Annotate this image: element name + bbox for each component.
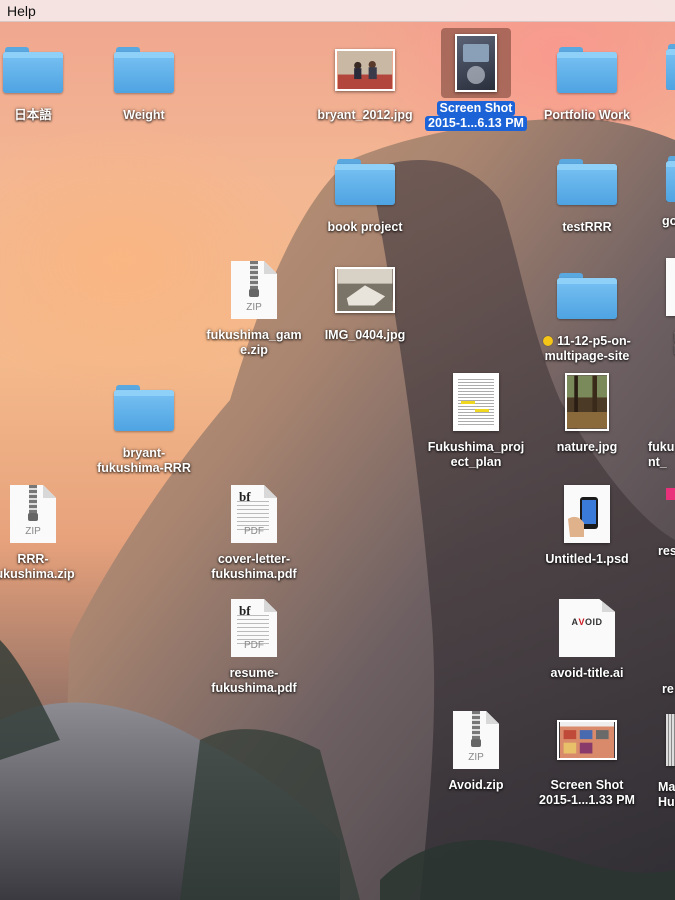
- folder-icon: [1, 38, 65, 102]
- psd-file-icon: [555, 482, 619, 546]
- photo-thumbnail-icon: [333, 258, 397, 322]
- desktop-item-avoid-zip[interactable]: ZIP Avoid.zip: [421, 708, 531, 793]
- item-label: re: [662, 682, 674, 696]
- folder-icon: [555, 38, 619, 102]
- folder-icon: [555, 150, 619, 214]
- desktop-item-avoid-title-ai[interactable]: AVOID avoid-title.ai: [532, 596, 642, 681]
- item-label: Untitled-1.psd: [545, 552, 629, 566]
- folder-icon: [112, 38, 176, 102]
- desktop-item-portfolio-work-folder[interactable]: Portfolio Work: [532, 38, 642, 123]
- item-label: 日本語: [14, 108, 52, 122]
- item-label: bryant_2012.jpg: [317, 108, 413, 122]
- pdf-file-icon: bf PDF: [222, 596, 286, 660]
- desktop-item-nature-jpg[interactable]: nature.jpg: [532, 370, 642, 455]
- folder-icon: [112, 376, 176, 440]
- yellow-tag-icon: [543, 336, 554, 346]
- app-icon: [666, 488, 675, 500]
- screenshot-thumbnail-icon: [555, 708, 619, 772]
- item-label: res: [658, 544, 675, 558]
- item-label: fukushima_gam e.zip: [206, 328, 302, 357]
- document-preview-icon: [444, 370, 508, 434]
- desktop-item-screenshot-1-33pm[interactable]: Screen Shot 2015-1...1.33 PM: [532, 708, 642, 808]
- photo-thumbnail-icon: [333, 38, 397, 102]
- item-label: Portfolio Work: [544, 108, 630, 122]
- pdf-file-icon: bf PDF: [222, 482, 286, 546]
- desktop-item-cover-letter-pdf[interactable]: bf PDF cover-letter- fukushima.pdf: [199, 482, 309, 582]
- desktop-item-testrrr-folder[interactable]: testRRR: [532, 150, 642, 235]
- item-label: resume- fukushima.pdf: [211, 666, 297, 695]
- desktop-item-resume-pdf[interactable]: bf PDF resume- fukushima.pdf: [199, 596, 309, 696]
- desktop-item-book-project-folder[interactable]: book project: [310, 150, 420, 235]
- item-label: Fukushima_proj ect_plan: [427, 440, 525, 469]
- folder-icon: [333, 150, 397, 214]
- item-label: Ma Huna: [658, 780, 675, 809]
- desktop-item-rrr-fukushima-zip[interactable]: ZIP RRR- fukushima.zip: [0, 482, 88, 582]
- zip-file-icon: ZIP: [1, 482, 65, 546]
- desktop-item-edge-para[interactable]: para l: [666, 258, 675, 357]
- photo-thumbnail-icon: [555, 370, 619, 434]
- desktop-item-jp-folder[interactable]: 日本語: [0, 38, 88, 123]
- desktop-item-edge-folder[interactable]: [666, 44, 675, 90]
- item-label: Avoid.zip: [448, 778, 504, 792]
- menu-help[interactable]: Help: [3, 0, 40, 22]
- item-label: testRRR: [562, 220, 612, 234]
- desktop-item-bryant-fukushima-rrr-folder[interactable]: bryant- fukushima-RRR: [89, 376, 199, 476]
- item-label: IMG_0404.jpg: [324, 328, 406, 342]
- desktop-item-edge-ma[interactable]: Ma Huna: [658, 714, 675, 809]
- item-label: Screen Shot 2015-1...1.33 PM: [539, 778, 635, 807]
- desktop-item-weight-folder[interactable]: Weight: [89, 38, 199, 123]
- desktop-item-edge-res[interactable]: res: [658, 488, 675, 558]
- desktop-item-p5-multipage-site-folder[interactable]: 11-12-p5-on- multipage-site: [532, 264, 642, 364]
- item-label: avoid-title.ai: [550, 666, 624, 680]
- document-icon: [666, 258, 675, 316]
- item-label: fuku nt_: [648, 440, 675, 469]
- item-label: 11-12-p5-on- multipage-site: [543, 334, 631, 363]
- item-label: RRR- fukushima.zip: [0, 552, 75, 581]
- illustrator-file-icon: AVOID: [555, 596, 619, 660]
- item-label: cover-letter- fukushima.pdf: [211, 552, 297, 581]
- folder-icon: [555, 264, 619, 328]
- desktop-item-fukushima-game-zip[interactable]: ZIP fukushima_gam e.zip: [199, 258, 309, 358]
- zip-file-icon: ZIP: [222, 258, 286, 322]
- desktop-item-untitled-psd[interactable]: Untitled-1.psd: [532, 482, 642, 567]
- desktop-item-screenshot-6-13pm[interactable]: Screen Shot 2015-1...6.13 PM: [421, 28, 531, 131]
- item-label-selected: Screen Shot 2015-1...6.13 PM: [425, 101, 527, 131]
- screenshot-thumbnail-icon: [441, 28, 511, 98]
- desktop-item-fukushima-project-plan[interactable]: Fukushima_proj ect_plan: [421, 370, 531, 470]
- item-label: bryant- fukushima-RRR: [97, 446, 191, 475]
- item-label: book project: [327, 220, 403, 234]
- desktop-item-edge-folder-go[interactable]: go: [662, 156, 675, 228]
- desktop-item-img-0404-jpg[interactable]: IMG_0404.jpg: [310, 258, 420, 343]
- menu-bar: Help: [0, 0, 675, 22]
- item-label: go: [662, 214, 675, 228]
- item-label: Weight: [123, 108, 165, 122]
- item-label: nature.jpg: [556, 440, 618, 454]
- desktop-item-bryant-2012-jpg[interactable]: bryant_2012.jpg: [310, 38, 420, 123]
- zip-file-icon: ZIP: [444, 708, 508, 772]
- document-icon: [666, 714, 675, 766]
